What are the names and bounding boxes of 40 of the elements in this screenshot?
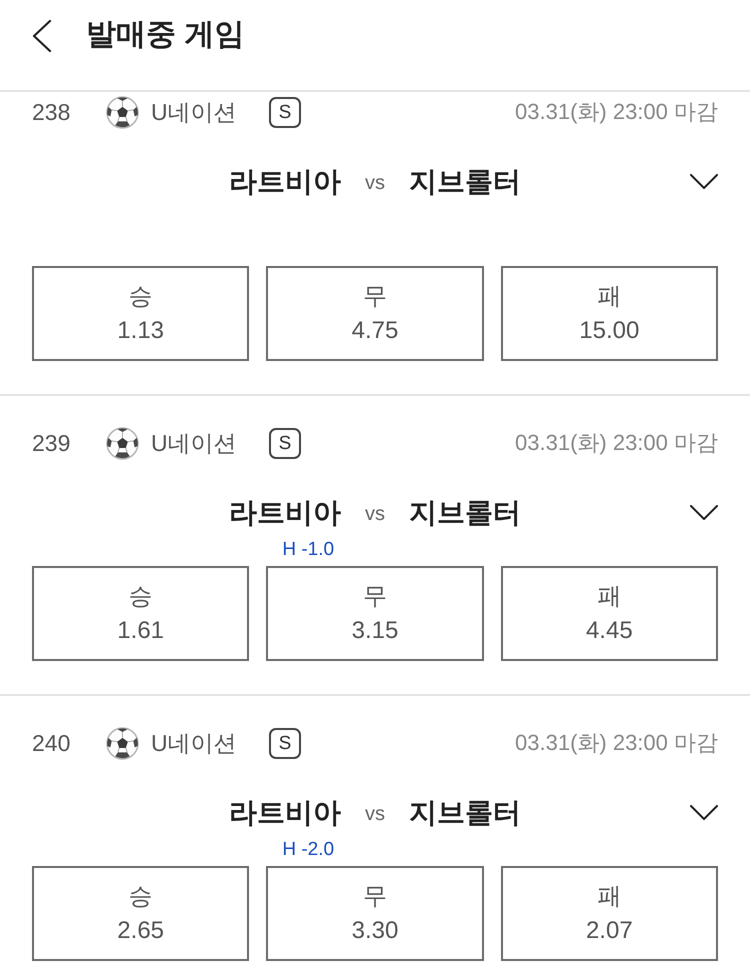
odds-button[interactable]: 승 1.13	[32, 266, 250, 361]
game-number: 240	[32, 729, 72, 758]
back-icon[interactable]	[32, 20, 52, 52]
home-team-name: 라트비아	[229, 165, 341, 199]
letter-badge: S	[269, 96, 301, 128]
versus-text: vs	[365, 171, 385, 196]
letter-badge: S	[269, 428, 301, 458]
versus-text: vs	[365, 502, 385, 527]
versus-text: vs	[365, 802, 385, 827]
deadline-text: 03.31(화) 23:00 마감	[515, 729, 718, 757]
league-name: U네이션	[151, 429, 238, 458]
odds-button[interactable]: 패 15.00	[500, 266, 718, 361]
league-name: U네이션	[151, 98, 238, 127]
odds-button[interactable]: 패 2.07	[500, 866, 718, 961]
soccer-ball-icon	[106, 726, 139, 760]
home-team-name: 라트비아	[229, 496, 341, 530]
deadline-text: 03.31(화) 23:00 마감	[515, 98, 718, 126]
odds-button[interactable]: 무 4.75	[266, 266, 484, 361]
odds-button[interactable]: 무 3.15	[266, 566, 484, 661]
odds-button[interactable]: 패 4.45	[500, 566, 718, 661]
handicap-text: H -1.0	[282, 540, 334, 560]
odds-button[interactable]: 승 2.65	[32, 866, 250, 961]
game-number: 238	[32, 98, 72, 127]
odds-button[interactable]: 무 3.30	[266, 866, 484, 961]
away-team-name: 지브롤터	[409, 796, 521, 830]
home-team-name: 라트비아	[229, 796, 341, 830]
deadline-text: 03.31(화) 23:00 마감	[515, 429, 718, 457]
game-number: 239	[32, 429, 72, 458]
page-title: 발매중 게임	[86, 17, 244, 53]
letter-badge: S	[269, 728, 301, 758]
soccer-ball-icon	[106, 96, 139, 128]
odds-button[interactable]: 승 1.61	[32, 566, 250, 661]
away-team-name: 지브롤터	[409, 496, 521, 530]
league-name: U네이션	[151, 729, 238, 758]
away-team-name: 지브롤터	[409, 165, 521, 199]
handicap-text: H -2.0	[282, 840, 334, 860]
chevron-down-icon[interactable]	[690, 174, 718, 190]
soccer-ball-icon	[106, 426, 139, 460]
chevron-down-icon[interactable]	[690, 805, 718, 821]
chevron-down-icon[interactable]	[690, 505, 718, 521]
